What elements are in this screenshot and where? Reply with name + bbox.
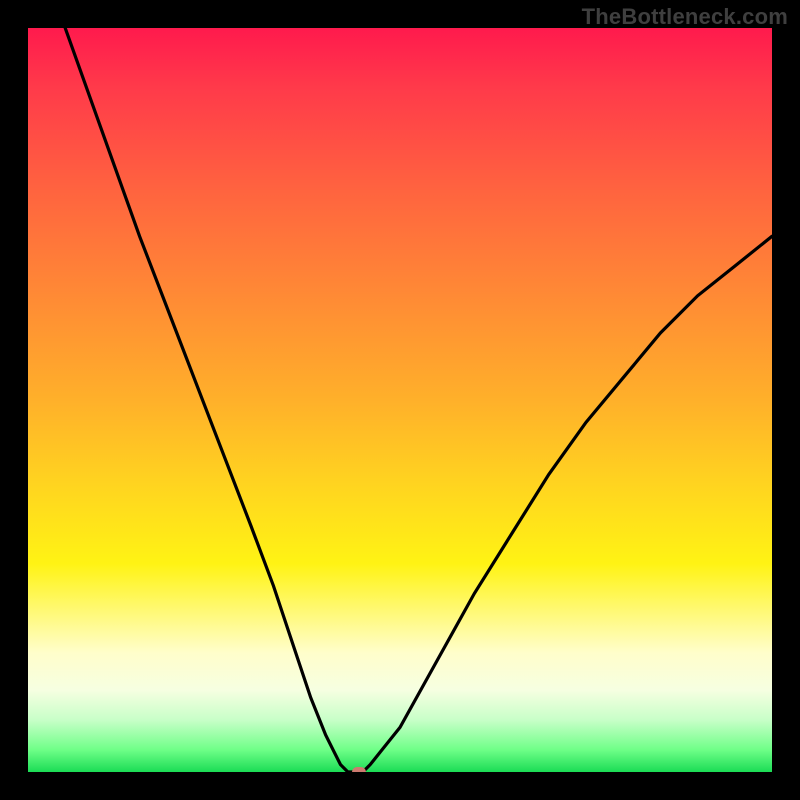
chart-frame: TheBottleneck.com <box>0 0 800 800</box>
bottleneck-curve <box>28 28 772 772</box>
plot-area <box>28 28 772 772</box>
optimal-point-marker <box>352 767 366 772</box>
watermark-label: TheBottleneck.com <box>582 4 788 30</box>
